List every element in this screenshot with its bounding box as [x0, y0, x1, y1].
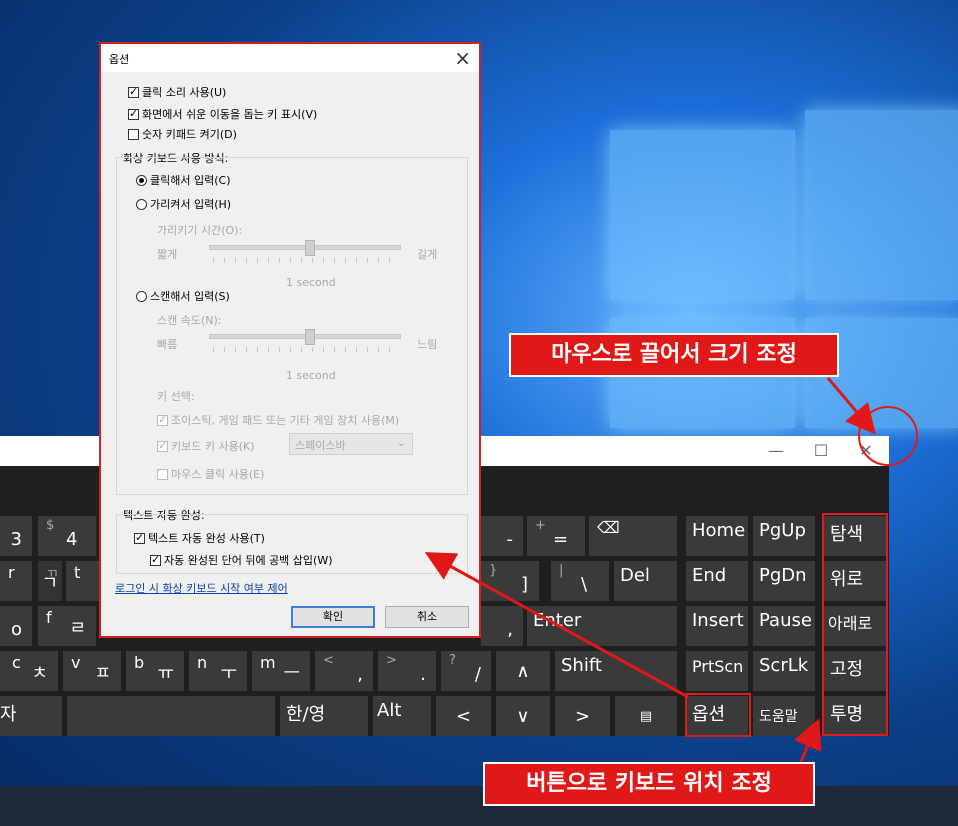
resize-banner: 마우스로 끌어서 크기 조정: [509, 333, 839, 377]
move-banner: 버튼으로 키보드 위치 조정: [483, 762, 815, 806]
options-arrow: [424, 552, 689, 699]
resize-arrow: [826, 377, 876, 435]
annotation-arrows: [424, 377, 876, 765]
position-arrow: [793, 718, 822, 765]
